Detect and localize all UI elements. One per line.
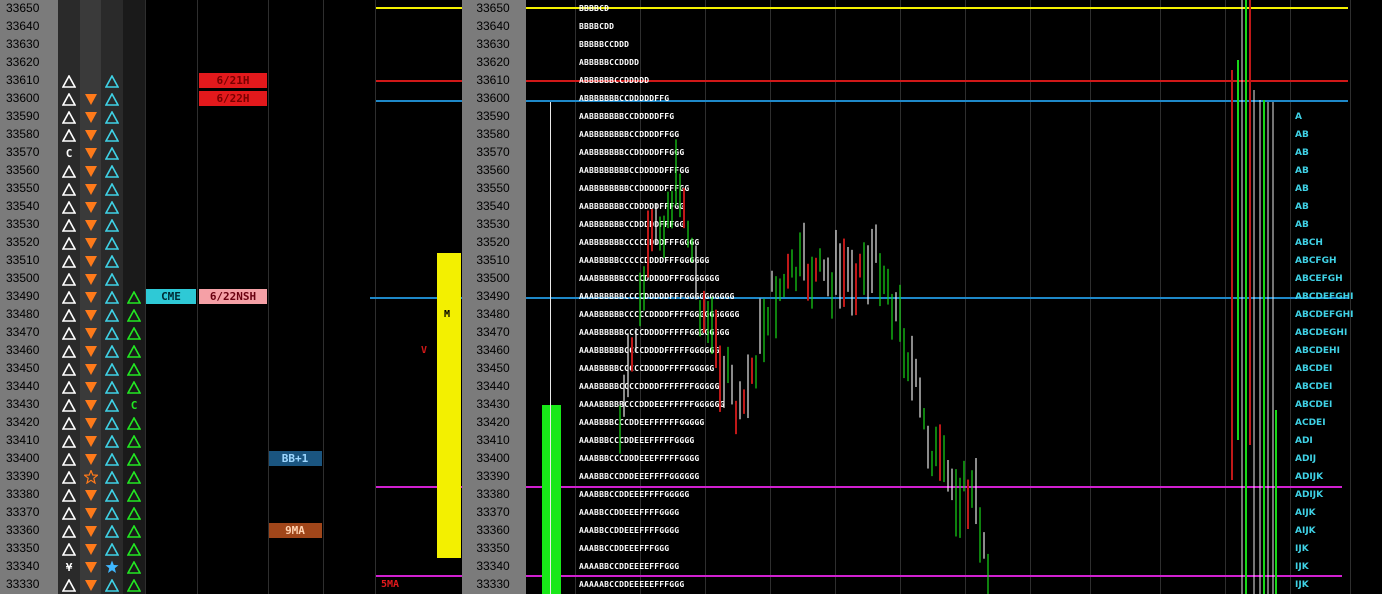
right-tpo-row: ABCH xyxy=(1295,238,1323,248)
right-tpo-row: ABCDEGHI xyxy=(1295,328,1348,338)
right-tpo-row: ABCDEI xyxy=(1295,382,1333,392)
right-tpo-row: AIJK xyxy=(1295,508,1316,518)
right-tpo-row: ABCDEI xyxy=(1295,364,1333,374)
right-tpo-row: AB xyxy=(1295,166,1309,176)
right-tpo-row: IJK xyxy=(1295,580,1309,590)
right-tpo-row: A xyxy=(1295,112,1302,122)
right-tpo-row: ABCDEFGHI xyxy=(1295,310,1354,320)
candlestick-chart xyxy=(619,0,1277,594)
right-tpo-row: AB xyxy=(1295,184,1309,194)
right-tpo-row: ACDEI xyxy=(1295,418,1326,428)
right-tpo-row: ADIJK xyxy=(1295,472,1324,482)
right-tpo-row: ADI xyxy=(1295,436,1313,446)
right-tpo-row: ABCDEI xyxy=(1295,400,1333,410)
right-tpo-row: ABCEFGH xyxy=(1295,274,1343,284)
right-tpo-row: ABCDEFGHI xyxy=(1295,292,1354,302)
right-tpo-row: ADIJ xyxy=(1295,454,1317,464)
right-tpo-row: IJK xyxy=(1295,544,1309,554)
right-tpo-row: AB xyxy=(1295,130,1309,140)
right-tpo-row: IJK xyxy=(1295,562,1309,572)
right-tpo-row: AB xyxy=(1295,148,1309,158)
right-tpo-row: AB xyxy=(1295,202,1309,212)
right-tpo-row: ABCDEHI xyxy=(1295,346,1340,356)
trading-chart-window: 33650 33640 33630 33620 33610 33600 33590 33580… xyxy=(0,0,1382,594)
right-tpo-row: AIJK xyxy=(1295,526,1316,536)
right-tpo-row: ABCFGH xyxy=(1295,256,1337,266)
right-tpo-row: ADIJK xyxy=(1295,490,1324,500)
right-tpo-row: AB xyxy=(1295,220,1309,230)
